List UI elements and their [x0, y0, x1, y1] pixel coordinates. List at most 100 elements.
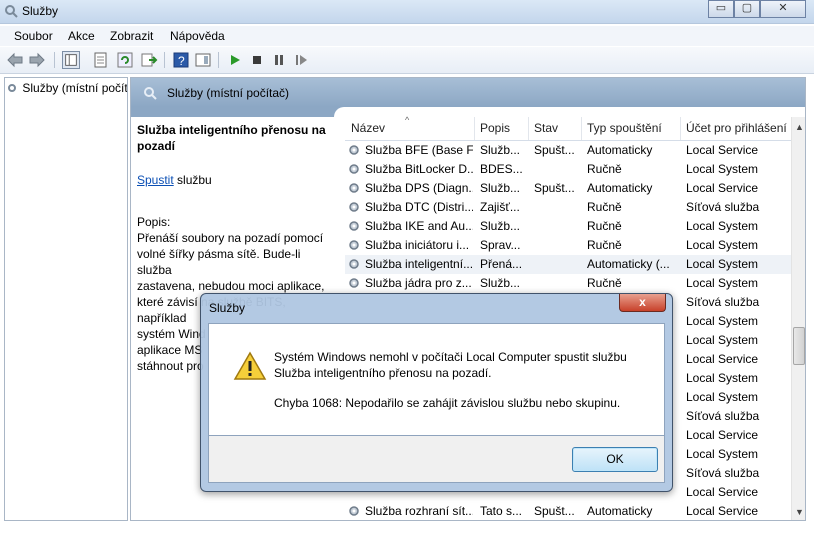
menu-napoveda[interactable]: Nápověda [170, 29, 225, 43]
maximize-button[interactable]: ▢ [734, 0, 760, 18]
scroll-down-icon[interactable]: ▼ [795, 507, 804, 517]
service-startup-cell: Automaticky [587, 143, 653, 157]
dialog-close-button[interactable]: x [619, 294, 666, 312]
service-state-cell: Spušt... [534, 181, 575, 195]
service-account-cell: Síťová služba [686, 200, 760, 214]
properties-icon[interactable] [92, 51, 110, 69]
toolbar: ? [0, 47, 814, 74]
selected-service-title: Služba inteligentního přenosu na pozadí [137, 123, 326, 153]
menu-zobrazit[interactable]: Zobrazit [110, 29, 153, 43]
service-account-cell: Síťová služba [686, 466, 760, 480]
show-hide-action-pane-icon[interactable] [194, 51, 212, 69]
services-gear-icon [144, 87, 157, 100]
title-bar: Služby ▭ ▢ ✕ [0, 0, 814, 24]
service-startup-cell: Ručně [587, 162, 622, 176]
scroll-up-icon[interactable]: ▲ [795, 122, 804, 132]
start-service-icon[interactable] [226, 51, 244, 69]
service-gear-icon [349, 506, 359, 516]
service-account-cell: Local Service [686, 428, 759, 442]
service-name-cell: Služba iniciátoru i... [365, 238, 470, 252]
service-account-cell: Local Service [686, 352, 759, 366]
show-console-tree-icon[interactable] [62, 51, 80, 69]
dialog-title: Služby [209, 301, 246, 315]
service-account-cell: Local Service [686, 143, 759, 157]
service-gear-icon [349, 164, 359, 174]
console-tree: Služby (místní počítač [4, 77, 128, 521]
dialog-body: Systém Windows nemohl v počítači Local C… [208, 323, 665, 436]
pane-header: Služby (místní počítač) [131, 78, 805, 107]
restart-service-icon[interactable] [292, 51, 310, 69]
service-row[interactable]: Služba BitLocker D... BDES... Ručně Local S… [345, 160, 791, 179]
menu-bar: Soubor Akce Zobrazit Nápověda [0, 26, 814, 46]
service-account-cell: Local System [686, 314, 759, 328]
start-service-link[interactable]: Spustit [137, 173, 174, 187]
service-desc-cell: BDES... [480, 162, 523, 176]
service-name-cell: Služba BitLocker D... [365, 162, 473, 176]
start-service-link-rest: službu [173, 173, 212, 187]
toolbar-separator [218, 52, 219, 68]
service-row[interactable]: Služba IKE and Au... Služb... Ručně Local S… [345, 217, 791, 236]
service-gear-icon [349, 145, 359, 155]
service-account-cell: Local System [686, 333, 759, 347]
dialog-message-line-1: Systém Windows nemohl v počítači Local C… [274, 350, 627, 364]
service-row[interactable]: Služba inteligentní... Přená... Automatick… [345, 255, 791, 274]
service-name-cell: Služba DTC (Distri... [365, 200, 473, 214]
service-name-cell: Služba jádra pro z... [365, 276, 472, 290]
tree-item-services-local[interactable]: Služby (místní počítač [7, 81, 127, 95]
service-row[interactable]: Služba rozhraní sít... Tato s... Spušt... A… [345, 502, 791, 520]
ok-button[interactable]: OK [572, 447, 658, 472]
service-row[interactable]: Služba iniciátoru i... Sprav... Ručně Local… [345, 236, 791, 255]
minimize-button[interactable]: ▭ [708, 0, 734, 18]
service-account-cell: Local System [686, 238, 759, 252]
service-account-cell: Local System [686, 162, 759, 176]
description-line: volné šířky pásma sítě. Bude-li služba [137, 247, 301, 277]
stop-service-icon[interactable] [248, 51, 266, 69]
forward-arrow-icon[interactable] [28, 51, 46, 69]
scroll-thumb[interactable] [793, 327, 805, 365]
toolbar-separator [164, 52, 165, 68]
service-account-cell: Local System [686, 447, 759, 461]
dialog-footer: OK [208, 436, 665, 483]
column-header-description[interactable]: Popis [480, 121, 510, 135]
description-line: zastavena, nebudou moci aplikace, [137, 279, 325, 293]
service-state-cell: Spušt... [534, 143, 575, 157]
export-list-icon[interactable] [140, 51, 158, 69]
back-arrow-icon[interactable] [6, 51, 24, 69]
service-account-cell: Síťová služba [686, 295, 760, 309]
service-row[interactable]: Služba BFE (Base F... Služb... Spušt... Aut… [345, 141, 791, 160]
help-icon[interactable]: ? [172, 51, 190, 69]
service-desc-cell: Služb... [480, 181, 521, 195]
service-account-cell: Local Service [686, 504, 759, 518]
column-header-name[interactable]: Název [351, 121, 385, 135]
service-gear-icon [349, 202, 359, 212]
pane-tab-strip [131, 107, 805, 117]
service-name-cell: Služba rozhraní sít... [365, 504, 473, 518]
menu-akce[interactable]: Akce [68, 29, 95, 43]
pause-service-icon[interactable] [270, 51, 288, 69]
sort-ascending-icon: ^ [405, 115, 410, 125]
service-account-cell: Local Service [686, 485, 759, 499]
close-button[interactable]: ✕ [760, 0, 806, 18]
column-header-state[interactable]: Stav [534, 121, 558, 135]
service-account-cell: Local System [686, 219, 759, 233]
menu-soubor[interactable]: Soubor [14, 29, 53, 43]
description-label: Popis: [137, 215, 171, 229]
service-name-cell: Služba inteligentní... [365, 257, 473, 271]
service-account-cell: Local System [686, 257, 759, 271]
svg-text:?: ? [178, 54, 185, 68]
service-gear-icon [349, 221, 359, 231]
service-row[interactable]: Služba jádra pro z... Služb... Ručně Local … [345, 274, 791, 293]
service-row[interactable]: Služba DPS (Diagn... Služb... Spušt... Auto… [345, 179, 791, 198]
service-gear-icon [349, 183, 359, 193]
service-desc-cell: Služb... [480, 143, 521, 157]
vertical-scrollbar[interactable]: ▲ ▼ [791, 117, 805, 520]
column-header-row: Název ^ Popis Stav Typ spouštění Účet pr… [345, 115, 791, 141]
service-account-cell: Local System [686, 390, 759, 404]
service-startup-cell: Ručně [587, 219, 622, 233]
service-account-cell: Síťová služba [686, 409, 760, 423]
service-gear-icon [349, 278, 359, 288]
service-row[interactable]: Služba DTC (Distri... Zajišť... Ručně Síťov… [345, 198, 791, 217]
column-header-startup-type[interactable]: Typ spouštění [587, 121, 662, 135]
refresh-icon[interactable] [116, 51, 134, 69]
column-header-logon-account[interactable]: Účet pro přihlášení [686, 121, 787, 135]
